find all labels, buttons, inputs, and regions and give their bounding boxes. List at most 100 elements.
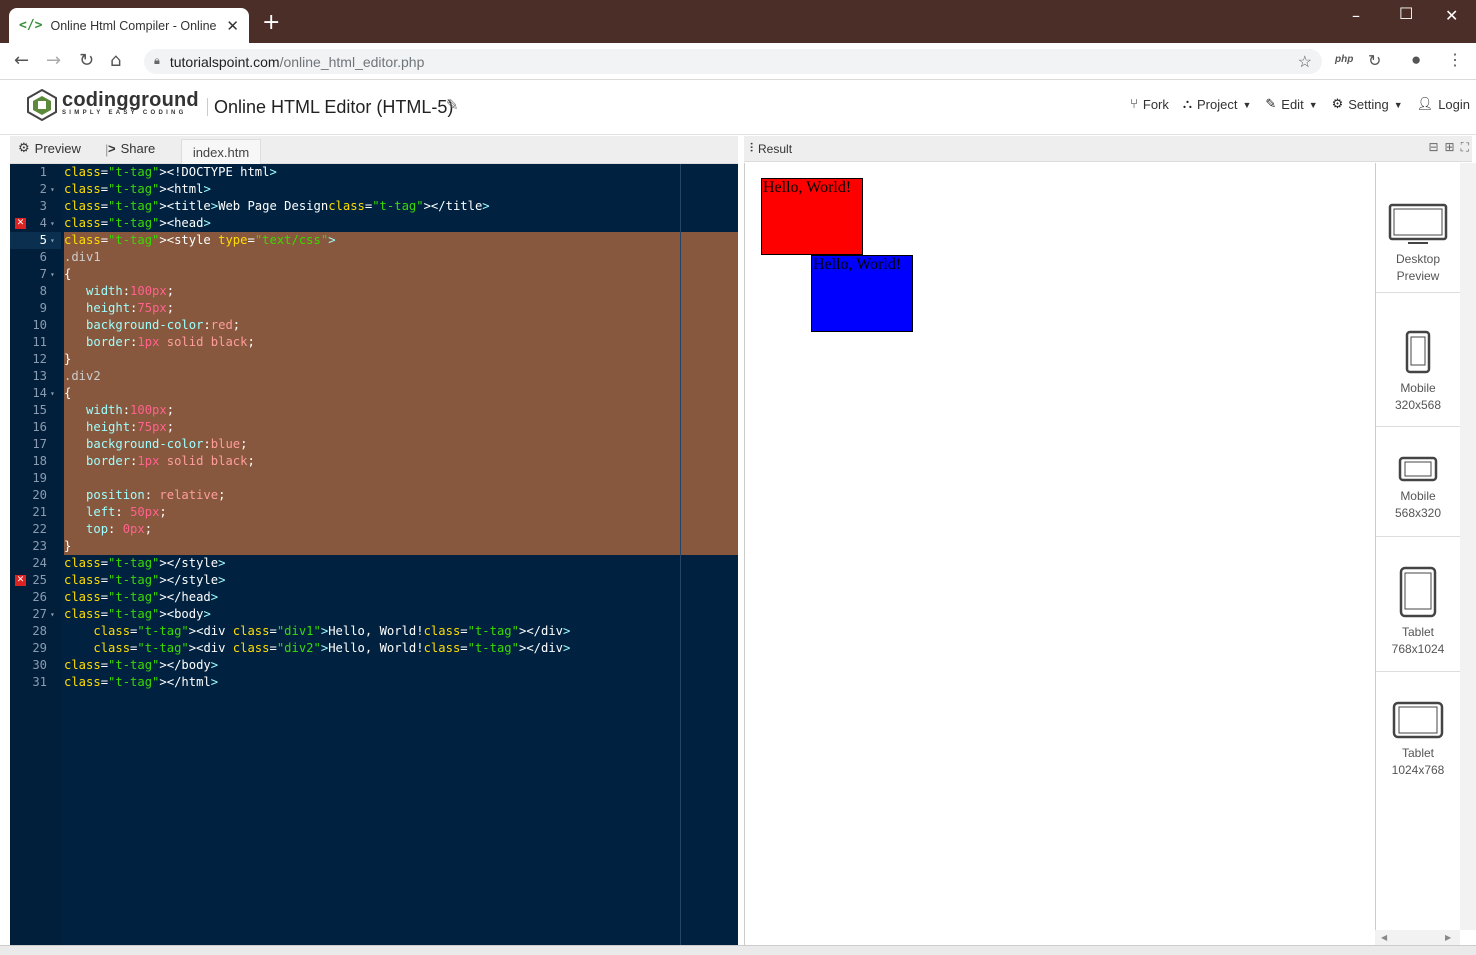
code-text: class="t-tag"><div class="div2">Hello, W… [93,641,571,655]
compress-icon[interactable]: ⊟ [1428,140,1438,155]
back-icon[interactable]: ← [14,50,29,71]
device-name: Tablet [1401,625,1435,639]
code-line[interactable]: 7 ▾ { [10,266,738,283]
edit-icon: ✎ [1265,97,1277,112]
fold-toggle-icon[interactable]: ▾ [50,606,55,623]
extension-refresh-icon[interactable]: ↻ [1368,51,1381,71]
menu-fork[interactable]: ⑂ Fork [1130,97,1169,112]
menu-login[interactable]: 👤︎ Login [1417,97,1470,112]
expand-icon[interactable]: ⊞ [1445,140,1455,155]
error-marker-icon[interactable]: ✕ [15,575,26,586]
line-number: 15 [32,403,47,417]
code-editor[interactable]: 1 class="t-tag"><!DOCTYPE html> 2 ▾ class="t… [10,164,738,945]
code-line[interactable]: 6 .div1 [10,249,738,266]
profile-icon[interactable]: ● [1411,50,1421,70]
code-line[interactable]: 3 class="t-tag"><title>Web Page Designcla… [10,198,738,215]
browser-menu-icon[interactable]: ⋮ [1447,50,1463,70]
menu-project[interactable]: ⛬ Project ▼ [1183,97,1252,112]
code-line[interactable]: 14 ▾ { [10,385,738,402]
code-text: border:1px solid black; [86,335,255,349]
tab-index-htm[interactable]: index.htm [181,139,261,164]
scroll-left-icon[interactable]: ◀ [1381,933,1387,942]
code-line[interactable]: 19 [10,470,738,487]
code-line[interactable]: 16 height:75px; [10,419,738,436]
fold-toggle-icon[interactable]: ▾ [50,232,55,249]
code-line[interactable]: 2 ▾ class="t-tag"><html> [10,181,738,198]
device-desktop-preview[interactable]: Desktop Preview [1376,163,1460,293]
code-line[interactable]: 10 background-color:red; [10,317,738,334]
code-line[interactable]: 24 class="t-tag"></style> [10,555,738,572]
code-line[interactable]: 11 border:1px solid black; [10,334,738,351]
fold-toggle-icon[interactable]: ▾ [50,181,55,198]
device-tablet-portrait[interactable]: Tablet 768x1024 [1376,538,1460,672]
code-line[interactable]: 21 left: 50px; [10,504,738,521]
code-line[interactable]: 31 class="t-tag"></html> [10,674,738,691]
code-text: .div2 [64,369,101,383]
preview-button[interactable]: ⚙ Preview [18,141,81,156]
code-line[interactable]: 13 .div2 [10,368,738,385]
bookmark-star-icon[interactable]: ☆ [1298,52,1312,72]
code-line[interactable]: 12} [10,351,738,368]
code-line[interactable]: 23} [10,538,738,555]
div1-box: Hello, World! [761,178,863,255]
fullscreen-icon[interactable]: ⛶ [1461,140,1469,155]
line-number: 2 [39,182,47,196]
code-line[interactable]: 9 height:75px; [10,300,738,317]
url-host: tutorialspoint.com [169,53,280,70]
menu-setting[interactable]: ⚙ Setting ▼ [1332,97,1403,112]
horizontal-scrollbar[interactable]: ◀ ▶ [1375,930,1460,945]
menu-edit[interactable]: ✎ Edit ▼ [1265,97,1317,112]
forward-icon[interactable]: → [46,50,61,71]
close-tab-icon[interactable]: ✕ [226,17,239,35]
home-icon[interactable]: ⌂ [110,50,121,71]
sitemap-icon: ⛬ [1182,97,1192,112]
url-field[interactable]: 🔒︎ tutorialspoint.com /online_html_edito… [144,49,1322,74]
code-line[interactable]: 8 width:100px; [10,283,738,300]
device-mobile-portrait[interactable]: Mobile 320x568 [1376,294,1460,427]
code-line[interactable]: 27 ▾ class="t-tag"><body> [10,606,738,623]
device-panel: Desktop Preview Mobile 320x568 Mobile 56… [1375,163,1460,930]
code-text: class="t-tag"><!DOCTYPE html> [64,165,277,179]
code-line[interactable]: 5 ▾ class="t-tag"><style type="text/css"> [10,232,738,249]
line-number: 31 [32,675,47,689]
fold-toggle-icon[interactable]: ▾ [50,215,55,232]
code-line[interactable]: 25 ✕ class="t-tag"></style> [10,572,738,589]
scroll-right-icon[interactable]: ▶ [1445,933,1451,942]
line-number: 27 [32,607,47,621]
code-line[interactable]: 4 ✕ ▾ class="t-tag"><head> [10,215,738,232]
php-extension-icon[interactable]: php [1335,54,1353,65]
desktop-icon [1388,203,1448,244]
code-line[interactable]: 28 class="t-tag"><div class="div1">Hello… [10,623,738,640]
fold-toggle-icon[interactable]: ▾ [50,266,55,283]
error-marker-icon[interactable]: ✕ [15,218,26,229]
maximize-icon[interactable]: ☐ [1399,4,1413,23]
code-line[interactable]: 30 class="t-tag"></body> [10,657,738,674]
fold-toggle-icon[interactable]: ▾ [50,385,55,402]
code-line[interactable]: 26 class="t-tag"></head> [10,589,738,606]
minimize-icon[interactable]: – [1352,6,1360,25]
device-tablet-landscape[interactable]: Tablet 1024x768 [1376,673,1460,793]
code-icon: </> [19,18,43,33]
new-tab-icon[interactable]: + [262,10,280,35]
device-mobile-landscape[interactable]: Mobile 568x320 [1376,428,1460,537]
code-line[interactable]: 29 class="t-tag"><div class="div2">Hello… [10,640,738,657]
code-line[interactable]: 17 background-color:blue; [10,436,738,453]
result-header: ⫶ Result [750,141,792,156]
line-number: 6 [39,250,47,264]
code-line[interactable]: 15 width:100px; [10,402,738,419]
code-line[interactable]: 20 position: relative; [10,487,738,504]
code-line[interactable]: 22 top: 0px; [10,521,738,538]
device-size: 320x568 [1394,398,1442,412]
device-panel-scrollbar[interactable] [1460,163,1476,930]
code-line[interactable]: 1 class="t-tag"><!DOCTYPE html> [10,164,738,181]
code-line[interactable]: 18 border:1px solid black; [10,453,738,470]
edit-title-icon[interactable]: ✎ [446,96,459,114]
reload-icon[interactable]: ↻ [79,50,94,71]
code-text: class="t-tag"></style> [64,573,226,587]
browser-tab[interactable]: </> Online Html Compiler - Online H ✕ [9,8,249,43]
share-button[interactable]: > Share [108,141,155,156]
close-window-icon[interactable]: ✕ [1445,6,1458,25]
line-number: 8 [39,284,47,298]
line-number: 16 [32,420,47,434]
caret-down-icon: ▼ [1308,99,1318,110]
